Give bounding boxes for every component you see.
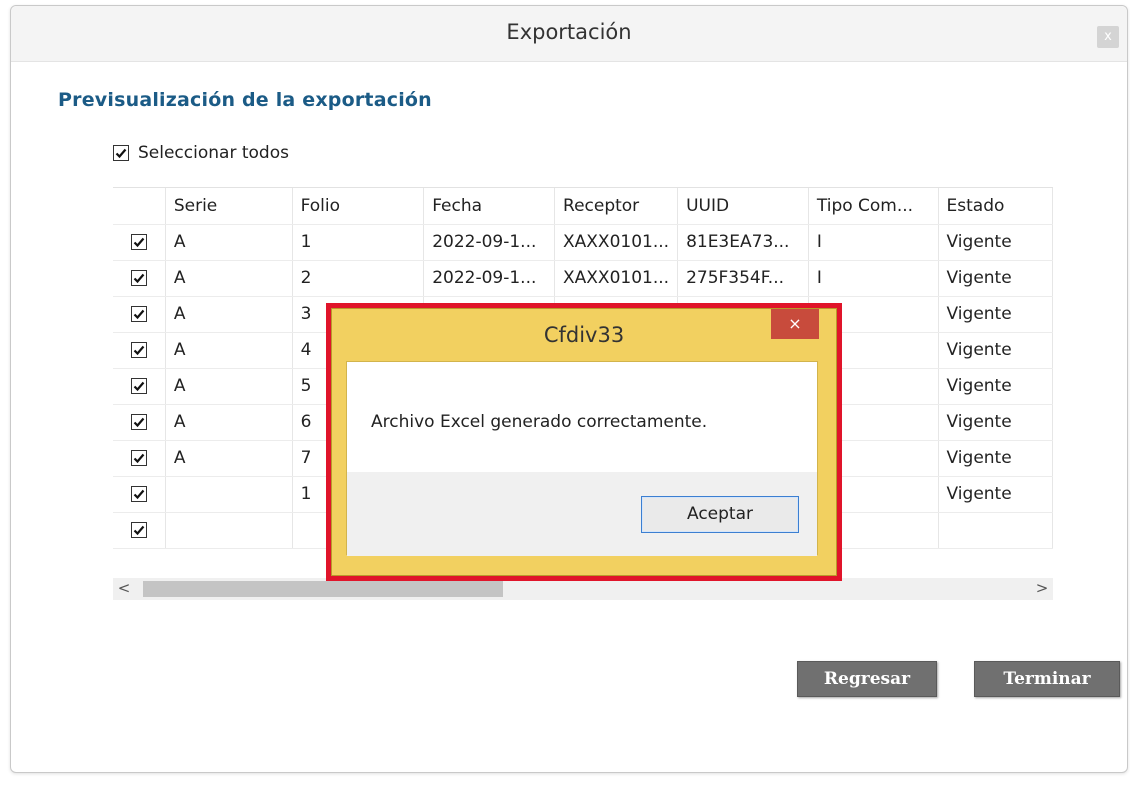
message-dialog: Cfdiv33 × Archivo Excel generado correct…	[331, 308, 837, 576]
cell-serie	[165, 476, 293, 513]
cell-uuid: 275F354F...	[677, 260, 809, 297]
horizontal-scrollbar[interactable]: < >	[113, 578, 1053, 600]
accept-button[interactable]: Aceptar	[641, 496, 799, 533]
dialog-footer: Aceptar	[347, 472, 817, 556]
dialog-title: Cfdiv33	[543, 323, 625, 347]
cell-estado: Vigente	[938, 476, 1053, 513]
cell-estado: Vigente	[938, 224, 1053, 261]
cell-serie: A	[165, 440, 293, 477]
cell-fecha: 2022-09-1...	[423, 260, 556, 297]
window-close-button[interactable]: x	[1097, 26, 1119, 48]
header-checkbox-cell	[113, 188, 166, 225]
row-checkbox-cell[interactable]	[113, 404, 166, 441]
cell-tipo: I	[808, 224, 939, 261]
checkbox-checked-icon[interactable]	[113, 145, 129, 161]
cell-estado	[938, 512, 1053, 549]
dialog-close-button[interactable]: ×	[771, 309, 819, 339]
cell-estado: Vigente	[938, 368, 1053, 405]
row-checkbox-cell[interactable]	[113, 224, 166, 261]
column-header-estado[interactable]: Estado	[938, 188, 1053, 225]
cell-folio: 2	[292, 260, 425, 297]
cell-estado: Vigente	[938, 260, 1053, 297]
cell-serie: A	[165, 224, 293, 261]
row-checkbox-cell[interactable]	[113, 440, 166, 477]
cell-receptor: XAXX0101...	[554, 224, 679, 261]
checkbox-checked-icon[interactable]	[130, 378, 147, 394]
row-checkbox-cell[interactable]	[113, 332, 166, 369]
cell-serie: A	[165, 368, 293, 405]
checkbox-checked-icon[interactable]	[130, 486, 147, 502]
cell-serie: A	[165, 296, 293, 333]
select-all-label: Seleccionar todos	[138, 143, 289, 163]
table-row[interactable]: A 1 2022-09-1... XAXX0101... 81E3EA73... I Vig…	[113, 224, 1053, 261]
back-button[interactable]: Regresar	[797, 661, 937, 697]
column-header-receptor[interactable]: Receptor	[554, 188, 679, 225]
cell-tipo: I	[808, 260, 939, 297]
column-header-tipo[interactable]: Tipo Com...	[808, 188, 939, 225]
cell-estado: Vigente	[938, 404, 1053, 441]
scroll-right-icon[interactable]: >	[1031, 578, 1053, 600]
select-all-checkbox[interactable]: Seleccionar todos	[113, 143, 289, 163]
row-checkbox-cell[interactable]	[113, 476, 166, 513]
checkbox-checked-icon[interactable]	[130, 522, 147, 538]
window-title: Exportación	[506, 20, 632, 44]
checkbox-checked-icon[interactable]	[130, 306, 147, 322]
scrollbar-thumb[interactable]	[143, 581, 503, 597]
row-checkbox-cell[interactable]	[113, 260, 166, 297]
row-checkbox-cell[interactable]	[113, 512, 166, 549]
row-checkbox-cell[interactable]	[113, 296, 166, 333]
checkbox-checked-icon[interactable]	[130, 450, 147, 466]
dialog-message: Archivo Excel generado correctamente.	[371, 412, 708, 432]
cell-folio: 1	[292, 224, 425, 261]
preview-heading: Previsualización de la exportación	[58, 89, 432, 111]
column-header-fecha[interactable]: Fecha	[423, 188, 556, 225]
cell-estado: Vigente	[938, 332, 1053, 369]
column-header-serie[interactable]: Serie	[165, 188, 293, 225]
window-titlebar: Exportación x	[11, 6, 1127, 62]
cell-uuid: 81E3EA73...	[677, 224, 809, 261]
cell-fecha: 2022-09-1...	[423, 224, 556, 261]
cell-serie: A	[165, 404, 293, 441]
cell-receptor: XAXX0101...	[554, 260, 679, 297]
cell-serie: A	[165, 332, 293, 369]
cell-estado: Vigente	[938, 440, 1053, 477]
grid-header-row: Serie Folio Fecha Receptor UUID Tipo Com…	[113, 188, 1053, 225]
scroll-left-icon[interactable]: <	[113, 578, 135, 600]
cell-serie	[165, 512, 293, 549]
checkbox-checked-icon[interactable]	[130, 234, 147, 250]
column-header-uuid[interactable]: UUID	[677, 188, 809, 225]
cell-estado: Vigente	[938, 296, 1053, 333]
table-row[interactable]: A 2 2022-09-1... XAXX0101... 275F354F... I Vig…	[113, 260, 1053, 297]
checkbox-checked-icon[interactable]	[130, 270, 147, 286]
row-checkbox-cell[interactable]	[113, 368, 166, 405]
checkbox-checked-icon[interactable]	[130, 342, 147, 358]
finish-button[interactable]: Terminar	[974, 661, 1120, 697]
column-header-folio[interactable]: Folio	[292, 188, 425, 225]
cell-serie: A	[165, 260, 293, 297]
dialog-body: Archivo Excel generado correctamente. Ac…	[346, 361, 818, 556]
checkbox-checked-icon[interactable]	[130, 414, 147, 430]
